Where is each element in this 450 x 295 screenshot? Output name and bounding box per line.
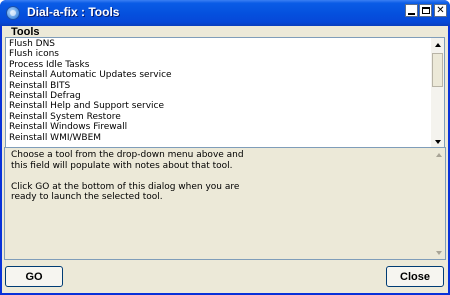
close-icon: ✕ xyxy=(436,5,445,16)
window-frame-left xyxy=(0,26,2,295)
list-item[interactable]: Process Idle Tasks xyxy=(9,60,429,70)
dialog-body: Tools Flush DNS Flush icons Process Idle… xyxy=(2,26,448,293)
app-icon xyxy=(6,6,20,20)
close-button[interactable]: Close xyxy=(386,266,444,287)
scrollbar-thumb[interactable] xyxy=(432,53,443,87)
notes-line: ready to launch the selected tool. xyxy=(11,192,163,202)
list-item[interactable]: Reinstall Defrag xyxy=(9,91,429,101)
notes-line xyxy=(11,171,426,182)
maximize-button[interactable] xyxy=(419,4,432,17)
arrow-up-icon xyxy=(435,152,442,157)
title-bar[interactable]: Dial-a-fix : Tools ✕ xyxy=(0,0,450,26)
notes-line: Choose a tool from the drop-down menu ab… xyxy=(11,150,244,160)
list-item[interactable]: Flush DNS xyxy=(9,39,429,49)
list-item[interactable]: Reinstall BITS xyxy=(9,81,429,91)
minimize-button[interactable] xyxy=(405,4,418,17)
dialog-window: Dial-a-fix : Tools ✕ Tools Flush DNS Flu… xyxy=(0,0,450,295)
notes-line: this field will populate with notes abou… xyxy=(11,160,233,171)
notes-scroll-down-button[interactable] xyxy=(432,246,445,259)
notes-scrollbar[interactable] xyxy=(432,148,445,259)
minimize-icon xyxy=(408,12,415,15)
list-item[interactable]: Reinstall Windows Firewall xyxy=(9,122,429,132)
tool-notes-text: Choose a tool from the drop-down menu ab… xyxy=(11,150,426,203)
arrow-down-icon xyxy=(434,139,441,144)
tools-list[interactable]: Flush DNS Flush icons Process Idle Tasks… xyxy=(5,37,445,149)
list-item[interactable]: Reinstall Automatic Updates service xyxy=(9,70,429,80)
maximize-icon xyxy=(421,7,430,14)
list-item[interactable]: Reinstall System Restore xyxy=(9,112,429,122)
arrow-down-icon xyxy=(435,250,442,255)
list-item[interactable]: Reinstall WMI/WBEM xyxy=(9,133,429,143)
tool-notes-field[interactable]: Choose a tool from the drop-down menu ab… xyxy=(4,147,446,260)
notes-scroll-up-button[interactable] xyxy=(432,148,445,161)
scroll-up-button[interactable] xyxy=(431,38,444,51)
window-title: Dial-a-fix : Tools xyxy=(27,5,120,19)
list-item[interactable]: Flush icons xyxy=(9,49,429,59)
tools-list-items: Flush DNS Flush icons Process Idle Tasks… xyxy=(9,39,429,143)
tools-list-scrollbar[interactable] xyxy=(431,38,444,148)
close-window-button[interactable]: ✕ xyxy=(434,4,447,17)
go-button[interactable]: GO xyxy=(5,266,63,287)
list-item[interactable]: Reinstall Help and Support service xyxy=(9,101,429,111)
arrow-up-icon xyxy=(434,42,441,47)
notes-line: Click GO at the bottom of this dialog wh… xyxy=(11,181,240,192)
